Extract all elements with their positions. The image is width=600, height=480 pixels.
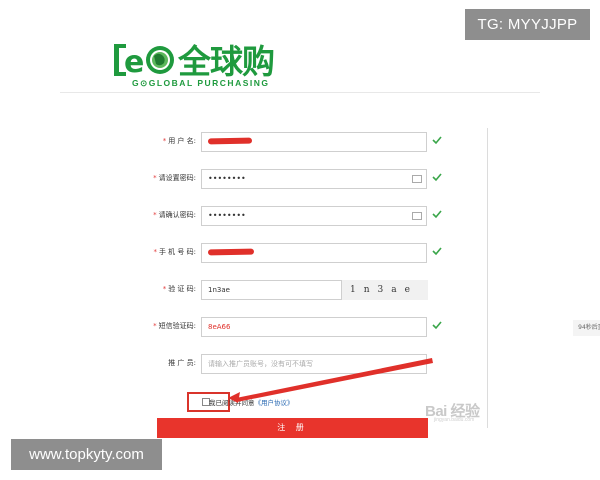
confirm-password-input[interactable]: ••••••••	[201, 206, 427, 226]
sms-code-row: *短信验证码: 8eA66 94秒后重新获取	[0, 317, 600, 339]
promoter-row: 推 广 员: 请输入推广员账号，没有可不填写	[0, 354, 600, 376]
site-logo[interactable]: e 全球购 G⊙GLOBAL PURCHASING	[112, 40, 298, 92]
captcha-row: * 验 证 码: 1n3ae 1n3ae	[0, 280, 600, 302]
confirm-password-row: * 请确认密码: ••••••••	[0, 206, 600, 228]
promoter-label: 推 广 员:	[168, 359, 196, 367]
keyboard-icon[interactable]	[412, 212, 422, 220]
user-agreement-link[interactable]: 《用户协议》	[255, 399, 294, 407]
captcha-input[interactable]: 1n3ae	[201, 280, 342, 300]
phone-input[interactable]	[201, 243, 427, 263]
resend-sms-button[interactable]: 94秒后重新获取	[573, 320, 600, 336]
logo-english-text: G⊙GLOBAL PURCHASING	[132, 78, 270, 88]
svg-text:e: e	[124, 45, 144, 80]
redaction-scribble	[207, 137, 253, 145]
sms-code-input[interactable]: 8eA66 94秒后重新获取	[201, 317, 600, 337]
check-icon	[432, 321, 442, 330]
captcha-label: 验 证 码:	[168, 285, 196, 293]
captcha-image[interactable]: 1n3ae	[342, 280, 428, 300]
sms-code-label: 短信验证码:	[158, 322, 196, 330]
annotation-arrow	[228, 358, 433, 403]
check-icon	[432, 210, 442, 219]
check-icon	[432, 173, 442, 182]
username-label: 用 户 名:	[168, 137, 196, 145]
promoter-input[interactable]: 请输入推广员账号，没有可不填写	[201, 354, 427, 374]
keyboard-icon[interactable]	[412, 175, 422, 183]
check-icon	[432, 136, 442, 145]
username-input[interactable]	[201, 132, 427, 152]
confirm-password-label: 请确认密码:	[158, 211, 196, 219]
password-label: 请设置密码:	[158, 174, 196, 182]
password-row: * 请设置密码: ••••••••	[0, 169, 600, 191]
redaction-scribble	[207, 248, 255, 256]
site-url-watermark: www.topkyty.com	[11, 439, 162, 470]
logo-chinese-text: 全球购	[178, 42, 275, 81]
baidu-url-watermark: jingyan.baidu.com	[434, 417, 475, 423]
phone-row: * 手 机 号 码:	[0, 243, 600, 265]
password-input[interactable]: ••••••••	[201, 169, 427, 189]
phone-label: 手 机 号 码:	[158, 248, 196, 256]
header-divider	[60, 92, 540, 93]
telegram-watermark: TG: MYYJJPP	[465, 9, 590, 40]
register-button[interactable]: 注 册	[157, 418, 428, 438]
check-icon	[432, 247, 442, 256]
username-row: * 用 户 名:	[0, 132, 600, 154]
agreement-text: 我已阅读并同意《用户协议》	[209, 399, 294, 407]
